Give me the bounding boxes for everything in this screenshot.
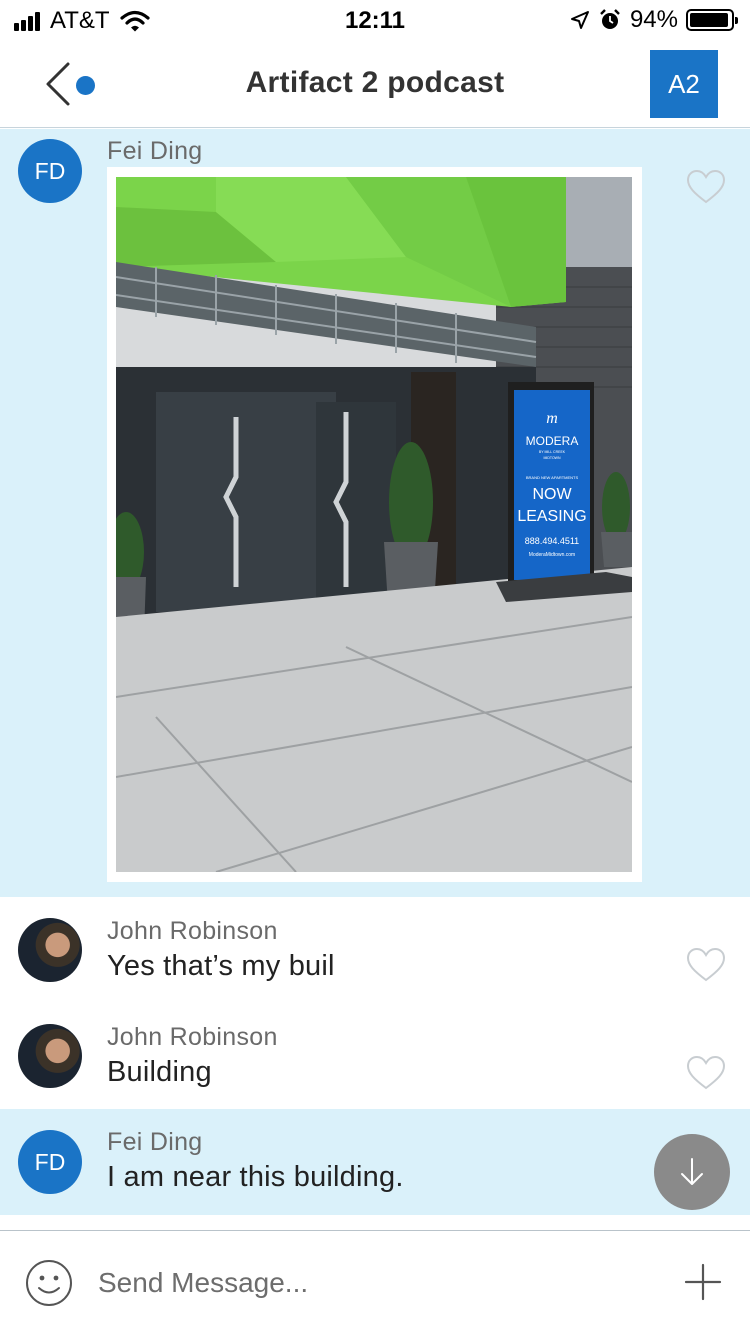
sign-subtitle-2: MIDTOWN bbox=[543, 456, 561, 460]
plus-icon[interactable] bbox=[684, 1263, 722, 1301]
status-right: 94% bbox=[570, 6, 738, 34]
shared-photo[interactable]: m MODERA BY MILL CREEK MIDTOWN BRAND NEW… bbox=[107, 167, 642, 882]
avatar[interactable] bbox=[18, 918, 82, 982]
alarm-clock-icon bbox=[600, 9, 620, 29]
sign-phone: 888.494.4511 bbox=[525, 536, 579, 546]
chat-title[interactable]: Artifact 2 podcast bbox=[0, 66, 750, 100]
sender-name: John Robinson bbox=[107, 1023, 278, 1051]
battery-icon bbox=[686, 9, 738, 31]
sender-name: John Robinson bbox=[107, 917, 278, 945]
status-bar: AT&T 12:11 94% bbox=[0, 0, 750, 40]
chat-header: Artifact 2 podcast A2 bbox=[0, 40, 750, 128]
svg-text:m: m bbox=[546, 410, 558, 427]
arrow-down-icon bbox=[681, 1158, 703, 1185]
message-text: Building bbox=[107, 1056, 212, 1088]
sign-line-2: LEASING bbox=[517, 508, 586, 525]
location-arrow-icon bbox=[570, 11, 589, 29]
sign-line-1: NOW bbox=[532, 486, 572, 503]
battery-percent: 94% bbox=[629, 6, 678, 33]
building-entrance-photo: m MODERA BY MILL CREEK MIDTOWN BRAND NEW… bbox=[116, 177, 632, 872]
sender-name: Fei Ding bbox=[107, 137, 203, 165]
heart-icon[interactable] bbox=[686, 169, 726, 205]
message-text: I am near this building. bbox=[107, 1161, 404, 1193]
group-avatar[interactable]: A2 bbox=[650, 50, 718, 118]
message-item: John Robinson Building bbox=[0, 1003, 750, 1109]
smiley-icon[interactable] bbox=[24, 1258, 74, 1308]
battery-fill bbox=[690, 13, 728, 27]
sign-web: ModeraMidtown.com bbox=[529, 552, 575, 558]
message-item: FD Fei Ding I am near this building. bbox=[0, 1109, 750, 1215]
sign-subtitle-1: BY MILL CREEK bbox=[539, 450, 566, 454]
avatar[interactable]: FD bbox=[18, 139, 82, 203]
message-text: Yes that’s my buil bbox=[107, 950, 335, 982]
message-item: FD Fei Ding m MODERA BY MILL CREEK MIDTO… bbox=[0, 129, 750, 897]
avatar[interactable]: FD bbox=[18, 1130, 82, 1194]
message-input[interactable] bbox=[98, 1261, 638, 1305]
heart-icon[interactable] bbox=[686, 1055, 726, 1091]
avatar[interactable] bbox=[18, 1024, 82, 1088]
sender-name: Fei Ding bbox=[107, 1128, 203, 1156]
heart-icon[interactable] bbox=[686, 947, 726, 983]
message-composer bbox=[0, 1230, 750, 1334]
sign-tagline: BRAND NEW APARTMENTS bbox=[526, 475, 579, 480]
sign-brand: MODERA bbox=[526, 434, 579, 448]
scroll-to-bottom-button[interactable] bbox=[654, 1134, 730, 1210]
message-item: John Robinson Yes that’s my buil bbox=[0, 897, 750, 1003]
